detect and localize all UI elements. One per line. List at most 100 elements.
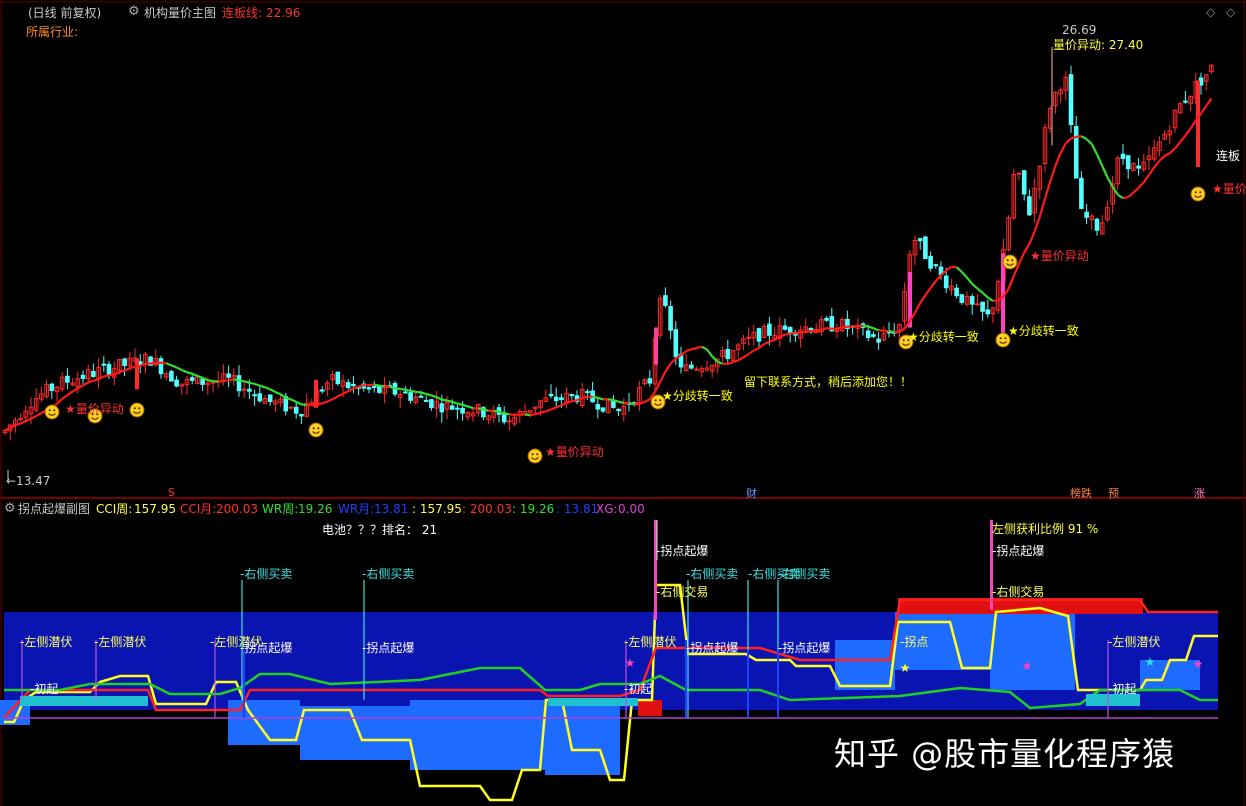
candle-body <box>158 358 164 375</box>
smiley-eye <box>312 427 315 430</box>
moving-average <box>618 400 625 404</box>
smiley-eye <box>902 339 905 342</box>
moving-average <box>410 389 416 393</box>
candle-body <box>418 395 424 398</box>
cci-week-value: 157.95 <box>134 502 176 516</box>
smiley-eye <box>48 409 51 412</box>
moving-average <box>836 326 843 330</box>
smiley-icon <box>129 402 145 418</box>
label-initial-3: -初起 <box>1108 682 1137 696</box>
smiley-eye <box>53 409 56 412</box>
wr-week-label: WR周: <box>262 502 299 516</box>
moving-average <box>493 409 500 414</box>
candle-body <box>616 408 621 412</box>
smiley-icon <box>527 448 543 464</box>
candle-body <box>975 303 980 306</box>
candle-body <box>101 363 107 366</box>
main-indicator-name[interactable]: 机构量价主图 <box>144 6 216 20</box>
candle-body <box>1125 155 1131 170</box>
moving-average <box>394 387 401 391</box>
sub-indicator-name[interactable]: 拐点起爆副图 <box>18 502 90 516</box>
candle-body <box>241 388 247 391</box>
candle-body <box>335 371 341 385</box>
moving-average <box>441 398 448 402</box>
xg-value: 0.00 <box>618 502 645 516</box>
moving-average <box>498 410 505 415</box>
limit-line-value: 22.96 <box>266 6 301 20</box>
candle-body <box>611 400 616 408</box>
moving-average <box>431 394 437 399</box>
marker-rise[interactable]: 涨 <box>1194 485 1205 501</box>
candle-body <box>91 370 96 377</box>
candle-body <box>969 296 975 305</box>
surge-candle <box>135 358 139 390</box>
moving-average <box>249 381 255 385</box>
annotation-divergence-1: ★分歧转一致 <box>1008 324 1079 338</box>
moving-average <box>571 399 578 403</box>
candle-body <box>663 295 668 306</box>
wr-month-band <box>548 698 638 706</box>
moving-average <box>425 392 432 397</box>
cci-month-value: 200.03 <box>216 502 258 516</box>
label-breakout-2: -拐点起爆 <box>362 641 415 655</box>
candle-body <box>429 399 434 409</box>
moving-average <box>103 374 110 378</box>
moving-average <box>483 408 489 412</box>
candle-body <box>236 375 242 392</box>
moving-average <box>212 380 219 383</box>
candle-body <box>865 330 871 338</box>
marker-list-drop[interactable]: 榜跌 <box>1070 485 1092 501</box>
marker-forecast[interactable]: 预 <box>1108 485 1119 501</box>
close-icon[interactable]: ◇ <box>1226 5 1235 19</box>
moving-average <box>243 380 250 384</box>
annotation-surge-1: ★量价异动 <box>545 445 604 459</box>
moving-average <box>228 378 234 382</box>
label-right-trade-1: -右侧买卖 <box>240 567 293 581</box>
marker-finance[interactable]: 财 <box>746 485 757 501</box>
moving-average <box>888 329 895 334</box>
xg-label: XG: <box>596 502 618 516</box>
moving-average <box>150 361 156 365</box>
moving-average <box>727 361 734 365</box>
candle-body <box>824 317 829 321</box>
candle-body <box>408 392 413 401</box>
annotation-surge-2: ★量价异动 <box>1030 249 1089 263</box>
label-breakout-1: -拐点起爆 <box>240 641 293 655</box>
moving-average <box>379 384 385 388</box>
label-turning-point: -拐点 <box>900 635 929 649</box>
candle-body <box>319 389 325 392</box>
chart-canvas[interactable]: ★ ★ ★ ★ ★ <box>0 0 1246 806</box>
candle-body <box>252 394 257 397</box>
industry-label: 所属行业: <box>26 25 79 39</box>
candle-body <box>501 414 507 423</box>
value-2: : 200.03 <box>462 502 512 516</box>
candle-body <box>595 404 601 410</box>
moving-average <box>826 327 832 330</box>
diamond-icon[interactable]: ◇ <box>1206 5 1215 19</box>
smiley-eye <box>999 337 1002 340</box>
cci-fill <box>990 612 1075 690</box>
moving-average <box>540 410 547 414</box>
candle-body <box>460 407 465 414</box>
cci-fill <box>545 700 620 775</box>
indicator-settings-icon[interactable]: ⚙ <box>128 5 140 19</box>
moving-average <box>462 403 469 408</box>
sub-indicator-settings-icon[interactable]: ⚙ <box>4 502 16 516</box>
moving-average <box>592 395 599 399</box>
label-breakout-6: -拐点起爆 <box>992 544 1045 558</box>
label-left-lurk-5: -左侧潜伏 <box>1108 635 1161 649</box>
smiley-eye <box>659 399 662 402</box>
value-1: : 157.95 <box>412 502 462 516</box>
candle-body <box>49 383 55 391</box>
surge-label: 量价异动: 27.40 <box>1053 38 1144 52</box>
smiley-eye <box>1199 191 1202 194</box>
moving-average <box>223 379 229 383</box>
label-right-deal-1: -右侧交易 <box>656 585 709 599</box>
moving-average <box>815 328 822 333</box>
candle-body <box>689 364 694 369</box>
candle-body <box>439 403 445 413</box>
candle-body <box>226 373 231 378</box>
star-icon: ★ <box>1193 657 1204 671</box>
candle-body <box>200 378 205 385</box>
star-icon: ★ <box>625 656 636 670</box>
